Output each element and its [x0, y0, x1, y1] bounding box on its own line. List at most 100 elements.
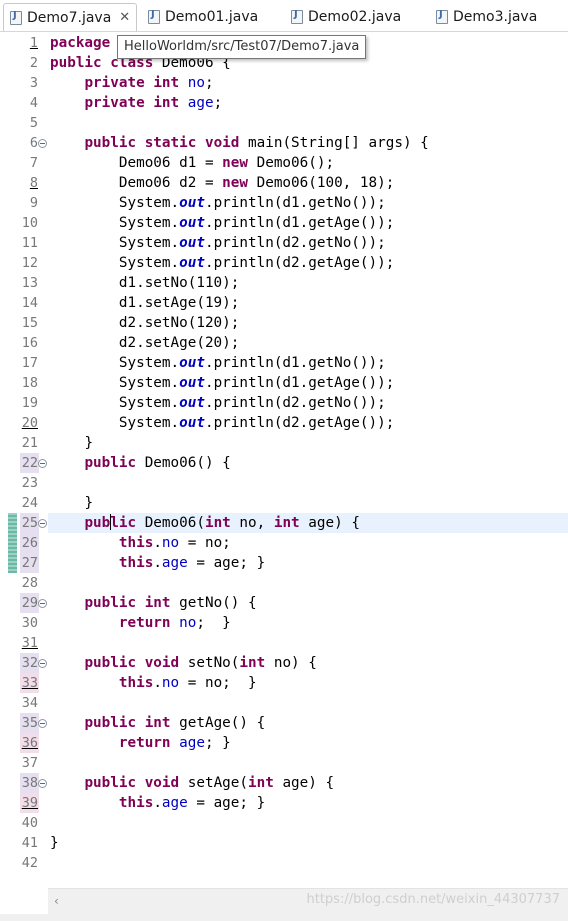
line-number: 26	[21, 535, 38, 551]
code-line: Demo06 d2 = new Demo06(100, 18);	[118, 175, 395, 191]
code-line: public void setNo(int no) {	[84, 655, 317, 671]
line-number: 33	[21, 675, 38, 691]
line-number: 9	[29, 195, 38, 211]
code-line: }	[84, 435, 94, 451]
line-number: 31	[21, 635, 38, 651]
line-number: 30	[21, 615, 38, 631]
code-editor[interactable]: 1 2 3 4 5 6 7 8 9 10 11 12 13 14 15 16 1…	[0, 33, 568, 888]
line-number: 22	[21, 455, 38, 471]
scroll-left-icon[interactable]: ‹	[54, 894, 59, 908]
code-line: public int getAge() {	[84, 715, 266, 731]
code-line: System.out.println(d1.getAge());	[118, 375, 395, 391]
line-number: 10	[21, 215, 38, 231]
line-number: 28	[21, 575, 38, 591]
line-number: 34	[21, 695, 38, 711]
tab-demo7[interactable]: Demo7.java ✕	[3, 3, 138, 31]
line-number: 2	[29, 55, 38, 71]
code-line: d2.setNo(120);	[118, 315, 240, 331]
code-line: System.out.println(d1.getAge());	[118, 215, 395, 231]
code-line: System.out.println(d2.getAge());	[118, 415, 395, 431]
java-file-icon	[291, 9, 303, 24]
java-file-icon	[148, 9, 160, 24]
code-line: System.out.println(d2.getAge());	[118, 255, 395, 271]
close-icon[interactable]: ✕	[119, 10, 130, 25]
code-line: this.age = age; }	[118, 795, 266, 811]
line-number: 13	[21, 275, 38, 291]
code-line: public void setAge(int age) {	[84, 775, 335, 791]
fold-toggle-icon[interactable]	[38, 519, 47, 528]
code-line: public Demo06() {	[84, 455, 231, 471]
code-line: public Demo06(int no, int age) {	[84, 514, 360, 531]
code-line: return age; }	[118, 735, 231, 751]
tab-divider	[0, 31, 568, 32]
line-number: 17	[21, 355, 38, 371]
code-line: Demo06 d1 = new Demo06();	[118, 155, 335, 171]
line-number: 21	[21, 435, 38, 451]
code-line: System.out.println(d2.getNo());	[118, 235, 386, 251]
java-file-icon	[10, 10, 22, 25]
line-number: 39	[21, 795, 38, 811]
code-line: System.out.println(d1.getNo());	[118, 195, 386, 211]
line-number: 20	[21, 415, 38, 431]
code-line: public static void main(String[] args) {	[84, 135, 429, 151]
code-line: this.no = no; }	[118, 675, 257, 691]
watermark: https://blog.csdn.net/weixin_44307737	[306, 892, 560, 907]
code-line: private int age;	[84, 95, 223, 111]
tab-label: Demo01.java	[165, 9, 259, 25]
line-number: 6	[29, 135, 38, 151]
line-number: 41	[21, 835, 38, 851]
line-number: 12	[21, 255, 38, 271]
line-number: 19	[21, 395, 38, 411]
fold-toggle-icon[interactable]	[38, 599, 47, 608]
code-line: package	[50, 35, 111, 51]
fold-toggle-icon[interactable]	[38, 719, 47, 728]
code-line: }	[50, 835, 59, 851]
line-number: 7	[29, 155, 38, 171]
tab-demo01[interactable]: Demo01.java	[148, 5, 258, 29]
line-number: 37	[21, 755, 38, 771]
status-strip	[0, 914, 568, 921]
line-number: 15	[21, 315, 38, 331]
fold-toggle-icon[interactable]	[38, 459, 47, 468]
code-line: d2.setAge(20);	[118, 335, 240, 351]
line-number: 35	[21, 715, 38, 731]
code-line: return no; }	[118, 615, 231, 631]
fold-toggle-icon[interactable]	[38, 139, 47, 148]
line-number: 29	[21, 595, 38, 611]
tab-label: Demo3.java	[453, 9, 538, 25]
line-number: 25	[21, 515, 38, 531]
line-number: 4	[29, 95, 38, 111]
line-number: 5	[29, 115, 38, 131]
line-number: 36	[21, 735, 38, 751]
line-number: 8	[29, 175, 38, 191]
line-number: 24	[21, 495, 38, 511]
line-number: 3	[29, 75, 38, 91]
fold-toggle-icon[interactable]	[38, 659, 47, 668]
line-number: 11	[21, 235, 38, 251]
code-line: this.no = no;	[118, 535, 231, 551]
line-number: 27	[21, 555, 38, 571]
line-number: 14	[21, 295, 38, 311]
tab-demo02[interactable]: Demo02.java	[291, 5, 401, 29]
code-line: public int getNo() {	[84, 595, 257, 611]
code-line: System.out.println(d1.getNo());	[118, 355, 386, 371]
tab-label: Demo7.java	[27, 9, 112, 26]
fold-toggle-icon[interactable]	[38, 779, 47, 788]
code-line: d1.setAge(19);	[118, 295, 240, 311]
line-number: 16	[21, 335, 38, 351]
line-number-gutter: 1 2 3 4 5 6 7 8 9 10 11 12 13 14 15 16 1…	[0, 33, 47, 888]
line-number: 38	[21, 775, 38, 791]
line-number: 23	[21, 475, 38, 491]
editor-tab-bar: Demo7.java ✕ Demo01.java Demo02.java Dem…	[0, 0, 568, 33]
line-number: 42	[21, 855, 38, 871]
java-file-icon	[436, 9, 448, 24]
tab-label: Demo02.java	[308, 9, 402, 25]
code-line: private int no;	[84, 75, 214, 91]
tab-demo3[interactable]: Demo3.java	[436, 5, 537, 29]
line-number: 32	[21, 655, 38, 671]
code-line: d1.setNo(110);	[118, 275, 240, 291]
line-number: 1	[29, 35, 38, 51]
code-line: this.age = age; }	[118, 555, 266, 571]
line-number: 40	[21, 815, 38, 831]
code-line: System.out.println(d2.getNo());	[118, 395, 386, 411]
